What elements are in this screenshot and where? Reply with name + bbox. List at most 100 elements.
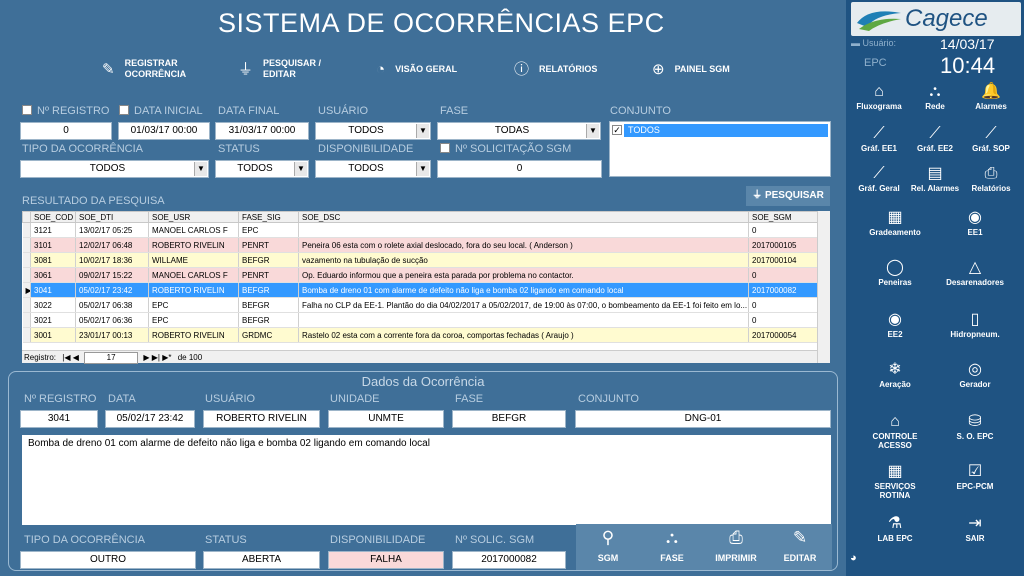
- chevron-down-icon[interactable]: ▼: [416, 162, 429, 176]
- nav-next-button[interactable]: ▶: [143, 353, 149, 362]
- fase-select[interactable]: TODAS ▼: [437, 122, 601, 140]
- conjunto-listbox[interactable]: ✓ TODOS: [609, 121, 831, 177]
- sidebar-item-s-o-epc[interactable]: ⛁ S. O. EPC: [945, 412, 1005, 441]
- nregistro-input[interactable]: 0: [20, 122, 112, 140]
- sidebar-item-gr-f-ee2[interactable]: ⟋ Gráf. EE2: [905, 124, 965, 153]
- menu-pesquisar[interactable]: ⏚ PESQUISAR / EDITAR: [238, 58, 321, 80]
- menu-relatorios[interactable]: ⓘ RELATÓRIOS: [514, 62, 597, 77]
- menu-visao-geral[interactable]: ◔ VISÃO GERAL: [376, 62, 457, 77]
- status-select[interactable]: TODOS ▼: [215, 160, 309, 178]
- table-row[interactable]: 3022 05/02/17 06:38 EPC BEFGR Falha no CLP d…: [22, 297, 818, 313]
- table-row[interactable]: 3121 13/02/17 05:25 MANOEL CARLOS F EPC 0: [22, 222, 818, 238]
- d-data-field[interactable]: 05/02/17 23:42: [105, 410, 195, 428]
- sidebar-item-rel-alarmes[interactable]: ▤ Rel. Alarmes: [905, 164, 965, 193]
- column-header[interactable]: SOE_COD: [30, 211, 76, 223]
- table-row[interactable]: 3081 10/02/17 18:36 WILLAME BEFGR vazamento …: [22, 252, 818, 268]
- settings-icon[interactable]: ◕: [850, 552, 857, 564]
- sidebar-item-ee2[interactable]: ◉ EE2: [865, 310, 925, 339]
- sidebar-item-sair[interactable]: ⇥ SAIR: [945, 514, 1005, 543]
- d-fase-field[interactable]: BEFGR: [452, 410, 566, 428]
- sidebar-item-lab-epc[interactable]: ⚗ LAB EPC: [865, 514, 925, 543]
- disp-select[interactable]: TODOS ▼: [315, 160, 431, 178]
- pesquisar-button[interactable]: ⏚ PESQUISAR: [746, 186, 830, 206]
- results-table[interactable]: SOE_COD SOE_DTI SOE_USR FASE_SIG SOE_DSC SOE_…: [22, 211, 818, 343]
- sidebar-item-controle-acesso[interactable]: ⌂ CONTROLE ACESSO: [865, 412, 925, 450]
- nav-new-button[interactable]: ▶*: [162, 353, 171, 362]
- d-disp-field[interactable]: FALHA: [328, 551, 444, 569]
- sidebar-item-peneiras[interactable]: ◯ Peneiras: [865, 258, 925, 287]
- data-inicial-checkbox[interactable]: [119, 105, 129, 115]
- sidebar-item-aera-o[interactable]: ❄ Aeração: [865, 360, 925, 389]
- editar-button[interactable]: ✎ EDITAR: [768, 524, 832, 570]
- row-indicator[interactable]: [22, 327, 31, 343]
- data-inicial-filter-label[interactable]: DATA INICIAL: [119, 105, 203, 117]
- usuario-select[interactable]: TODOS ▼: [315, 122, 431, 140]
- nav-first-button[interactable]: |◀: [62, 353, 70, 362]
- nsgm-checkbox[interactable]: [440, 143, 450, 153]
- conjunto-checkbox[interactable]: ✓: [612, 125, 622, 135]
- conjunto-option[interactable]: TODOS: [624, 124, 828, 137]
- d-status-field[interactable]: ABERTA: [203, 551, 320, 569]
- sidebar-item-servi-os-rotina[interactable]: ▦ SERVIÇOS ROTINA: [865, 462, 925, 500]
- row-indicator[interactable]: [22, 252, 31, 268]
- sidebar-item-gradeamento[interactable]: ▦ Gradeamento: [865, 208, 925, 237]
- table-row[interactable]: 3061 09/02/17 15:22 MANOEL CARLOS F PENRT Op…: [22, 267, 818, 283]
- table-row[interactable]: ▶304105/02/17 23:42ROBERTO RIVELINBEFGRB…: [22, 282, 818, 298]
- d-usuario-field[interactable]: ROBERTO RIVELIN: [203, 410, 320, 428]
- table-row[interactable]: 3101 12/02/17 06:48 ROBERTO RIVELIN PENRT Pe…: [22, 237, 818, 253]
- d-unidade-field[interactable]: UNMTE: [328, 410, 444, 428]
- sidebar-item-ee1[interactable]: ◉ EE1: [945, 208, 1005, 237]
- row-indicator[interactable]: [22, 237, 31, 253]
- sidebar-item-gr-f-geral[interactable]: ⟋ Gráf. Geral: [849, 164, 909, 193]
- row-indicator[interactable]: [22, 312, 31, 328]
- d-nregistro-field[interactable]: 3041: [20, 410, 98, 428]
- chevron-down-icon[interactable]: ▼: [294, 162, 307, 176]
- d-nsolic-field[interactable]: 2017000082: [452, 551, 566, 569]
- nregistro-checkbox[interactable]: [22, 105, 32, 115]
- column-header[interactable]: SOE_USR: [148, 211, 239, 223]
- chevron-down-icon[interactable]: ▼: [194, 162, 207, 176]
- fase-button[interactable]: ⛬ FASE: [640, 524, 704, 570]
- sidebar-item-epc-pcm[interactable]: ☑ EPC-PCM: [945, 462, 1005, 491]
- sidebar-item-rede[interactable]: ⛬ Rede: [905, 82, 965, 111]
- table-row[interactable]: 3001 23/01/17 00:13 ROBERTO RIVELIN GRDMC Ra…: [22, 327, 818, 343]
- nregistro-filter-label[interactable]: Nº REGISTRO: [22, 105, 109, 117]
- tipo-select[interactable]: TODOS ▼: [20, 160, 209, 178]
- sgm-button[interactable]: ⚲ SGM: [576, 524, 640, 570]
- descricao-textarea[interactable]: Bomba de dreno 01 com alarme de defeito …: [22, 435, 831, 525]
- sidebar-item-desarenadores[interactable]: △ Desarenadores: [945, 258, 1005, 287]
- sidebar-item-alarmes[interactable]: 🔔 Alarmes: [961, 82, 1021, 111]
- row-indicator[interactable]: [22, 297, 31, 313]
- sidebar-item-label: EE1: [967, 228, 983, 237]
- column-header[interactable]: FASE_SIG: [238, 211, 299, 223]
- chevron-down-icon[interactable]: ▼: [586, 124, 599, 138]
- sidebar-item-relat-rios[interactable]: ⎙ Relatórios: [961, 164, 1021, 193]
- sidebar-item-fluxograma[interactable]: ⌂ Fluxograma: [849, 82, 909, 111]
- data-inicial-input[interactable]: 01/03/17 00:00: [118, 122, 210, 140]
- row-indicator[interactable]: ▶: [22, 282, 31, 298]
- sidebar-item-gr-f-ee1[interactable]: ⟋ Gráf. EE1: [849, 124, 909, 153]
- table-row[interactable]: 3021 05/02/17 06:36 EPC BEFGR 0: [22, 312, 818, 328]
- chevron-down-icon[interactable]: ▼: [416, 124, 429, 138]
- sidebar-item-gerador[interactable]: ◎ Gerador: [945, 360, 1005, 389]
- column-header[interactable]: SOE_SGM: [748, 211, 818, 223]
- column-header[interactable]: SOE_DSC: [298, 211, 749, 223]
- nav-prev-button[interactable]: ◀: [73, 353, 79, 362]
- d-tipo-label: TIPO DA OCORRÊNCIA: [24, 534, 146, 546]
- menu-painel-sgm[interactable]: ⊕ PAINEL SGM: [652, 62, 730, 77]
- menu-registrar[interactable]: ✎ REGISTRAR OCORRÊNCIA: [102, 58, 186, 80]
- data-final-input[interactable]: 31/03/17 00:00: [215, 122, 309, 140]
- imprimir-button[interactable]: ⎙ IMPRIMIR: [704, 524, 768, 570]
- nsgm-filter-label[interactable]: Nº SOLICITAÇÃO SGM: [440, 143, 571, 155]
- sidebar-item-gr-f-sop[interactable]: ⟋ Gráf. SOP: [961, 124, 1021, 153]
- d-tipo-field[interactable]: OUTRO: [20, 551, 196, 569]
- d-conjunto-field[interactable]: DNG-01: [575, 410, 831, 428]
- row-indicator[interactable]: [22, 267, 31, 283]
- nav-last-button[interactable]: ▶|: [152, 353, 160, 362]
- nsgm-input[interactable]: 0: [437, 160, 602, 178]
- nav-current-input[interactable]: 17: [84, 352, 139, 364]
- sidebar-item-hidropneum-[interactable]: ▯ Hidropneum.: [945, 310, 1005, 339]
- column-header[interactable]: SOE_DTI: [75, 211, 149, 223]
- row-indicator[interactable]: [22, 222, 31, 238]
- grid-scrollbar[interactable]: [817, 211, 830, 363]
